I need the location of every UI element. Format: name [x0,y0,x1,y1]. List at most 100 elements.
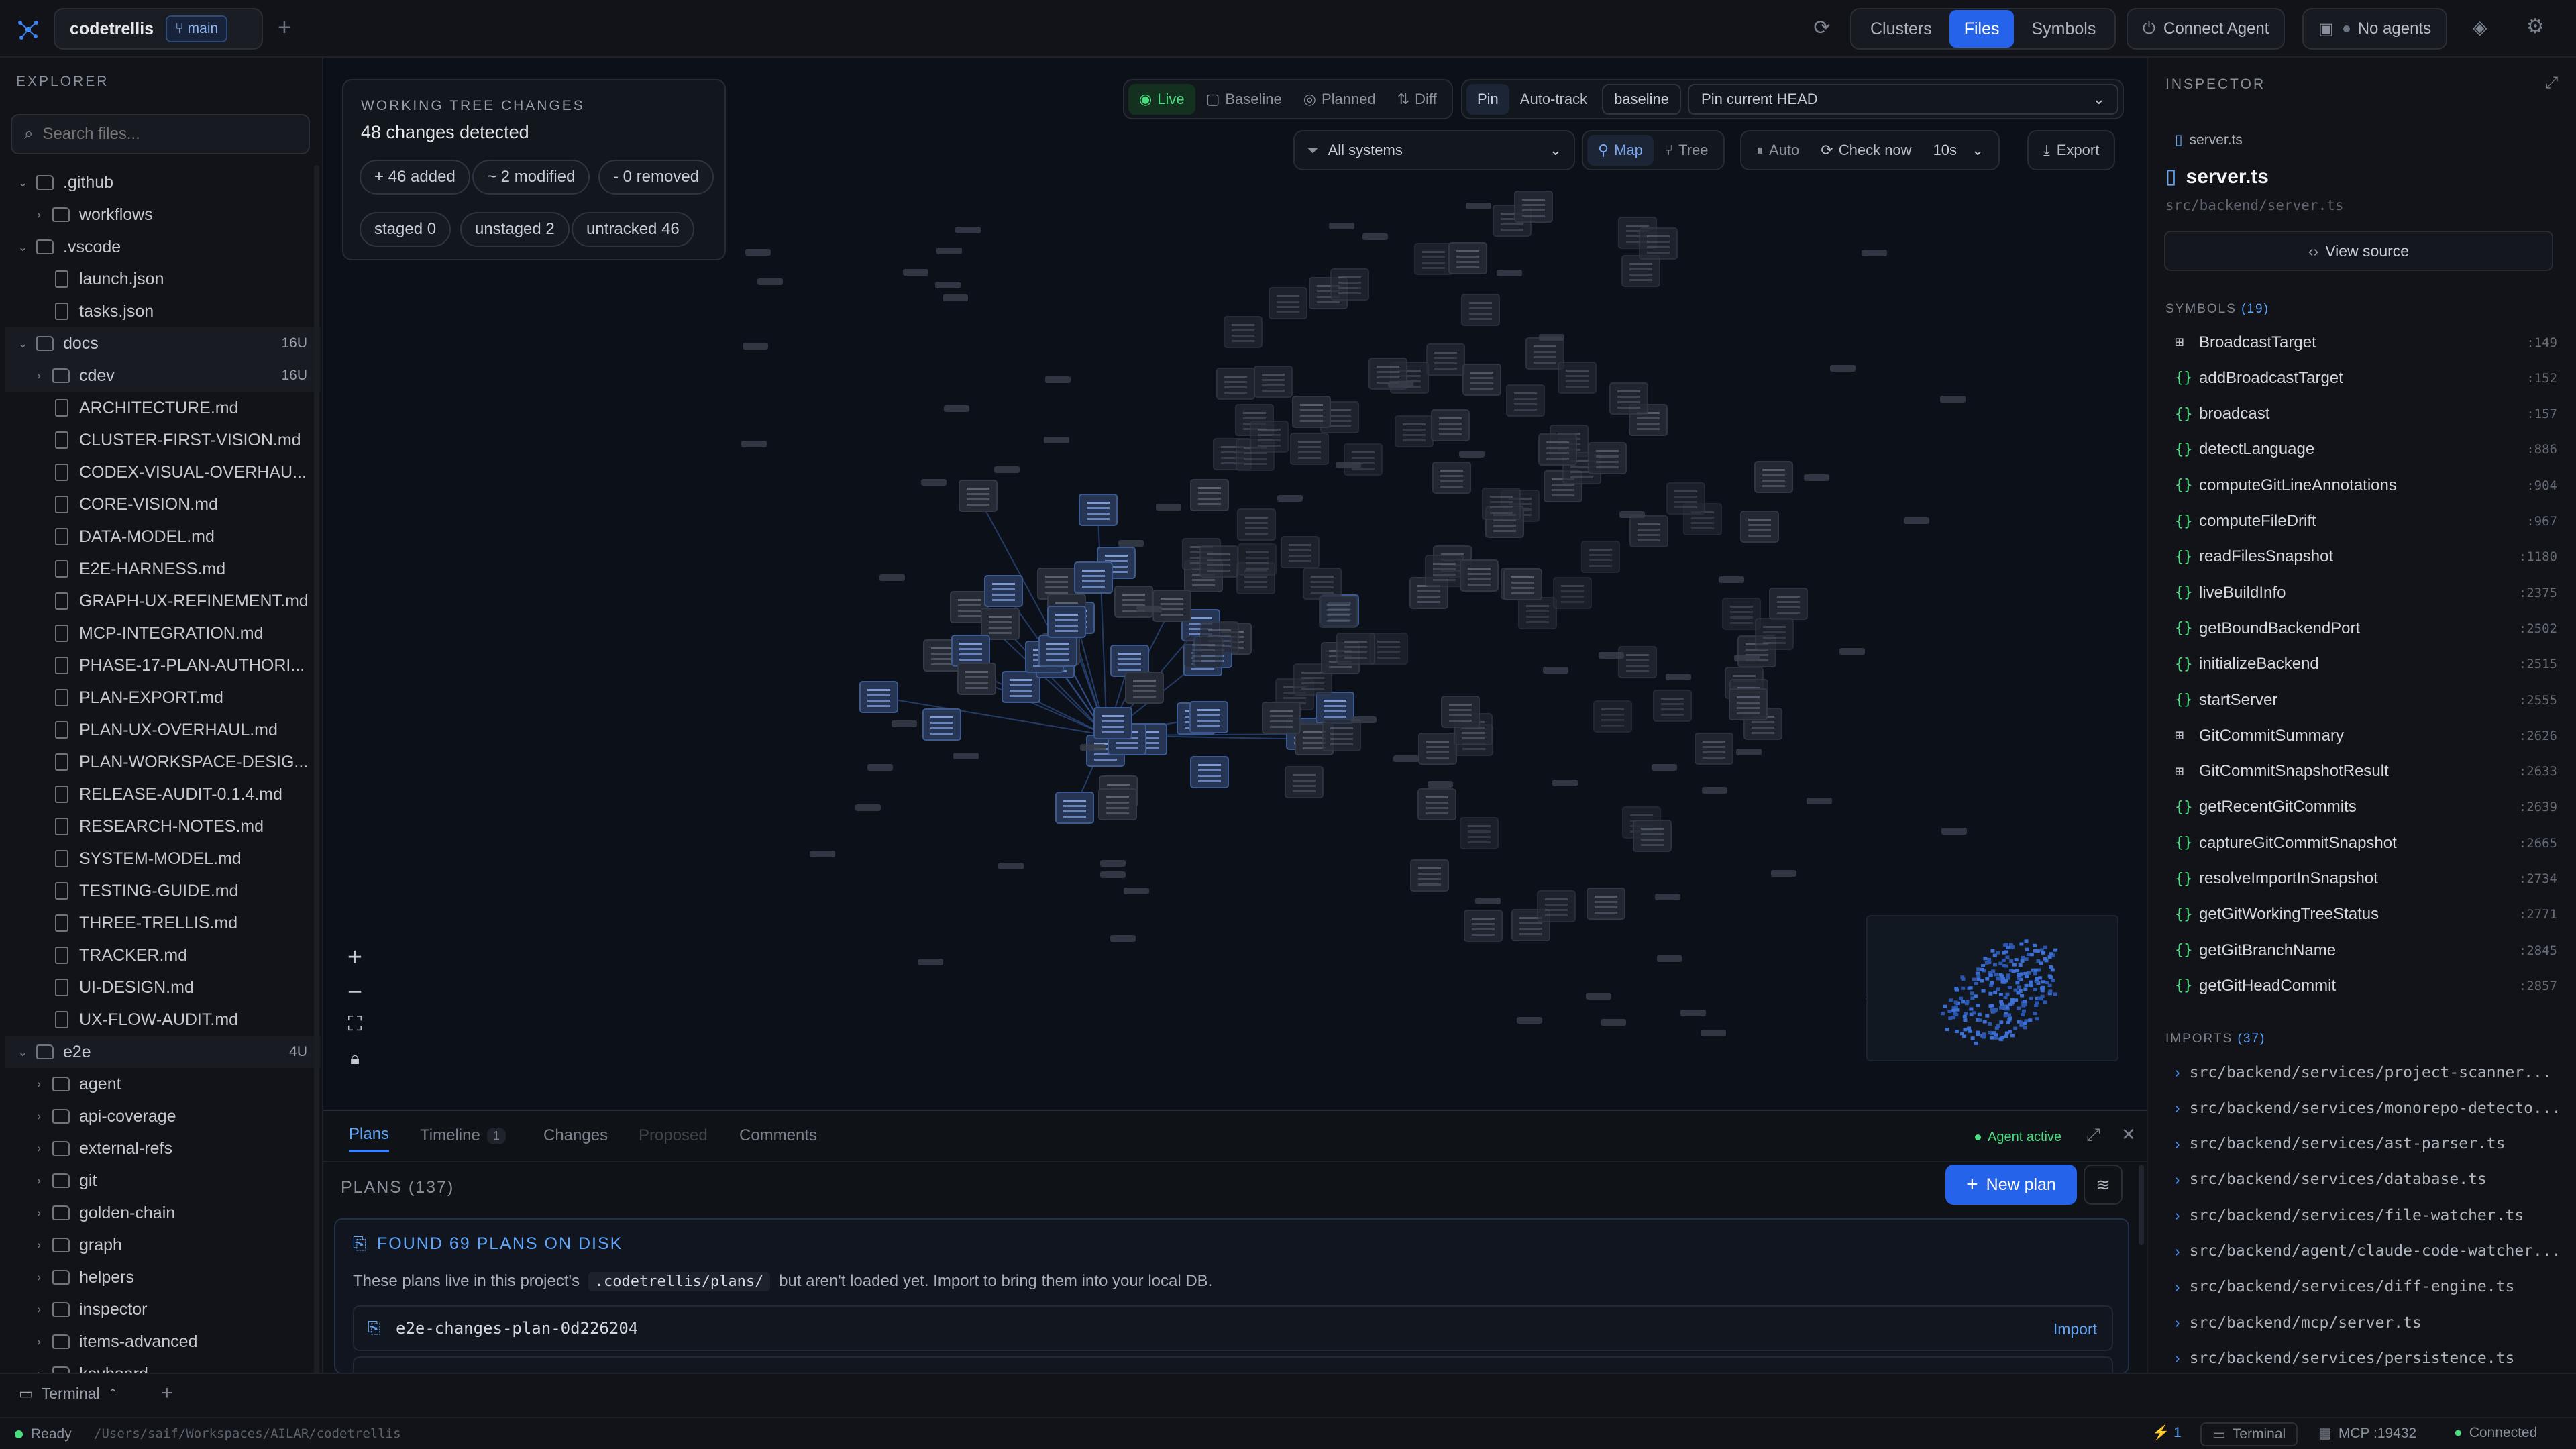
file-node[interactable] [1769,588,1809,621]
file-node[interactable] [1254,365,1293,398]
symbol-row[interactable]: ⊞ GitCommitSnapshotResult:2633 [2175,754,2564,790]
new-terminal-button[interactable]: + [161,1382,173,1405]
tree-file[interactable]: MCP-INTEGRATION.md [5,617,321,649]
file-node[interactable] [1460,817,1499,850]
expand-icon[interactable]: ⤢ [2545,74,2558,93]
tree-file[interactable]: THREE-TRELLIS.md [5,907,321,939]
file-node[interactable] [1395,415,1434,448]
symbol-row[interactable]: {} getGitHeadCommit:2857 [2175,968,2564,1004]
file-node[interactable] [1754,460,1794,493]
file-node[interactable] [1506,384,1546,417]
agents-status-button[interactable]: ▣ No agents [2302,8,2448,50]
activity-count[interactable]: ⚡ 1 [2152,1425,2182,1441]
tree-file[interactable]: CODEX-VISUAL-OVERHAU... [5,456,321,488]
symbol-row[interactable]: {} startServer:2555 [2175,682,2564,718]
file-node[interactable] [1074,561,1114,594]
auto-track-button[interactable]: Auto-track [1509,84,1598,115]
file-node[interactable] [1666,482,1706,515]
file-node[interactable] [1114,586,1153,619]
tree-file[interactable]: SYSTEM-MODEL.md [5,843,321,875]
import-row[interactable]: › src/backend/services/monorepo-detecto..… [2175,1090,2567,1126]
file-search-box[interactable]: ⌕ [11,114,310,154]
view-tab-clusters[interactable]: Clusters [1856,10,1947,48]
tree-file[interactable]: ARCHITECTURE.md [5,392,321,424]
pin-button[interactable]: Pin [1466,84,1509,115]
modified-chip[interactable]: ~ 2 modified [472,160,590,195]
file-node[interactable] [1729,688,1768,720]
file-node[interactable] [1038,634,1077,667]
file-node[interactable] [1189,700,1228,733]
tree-file[interactable]: launch.json [5,263,321,295]
file-node[interactable] [1424,554,1464,587]
file-node[interactable] [1639,227,1678,260]
untracked-chip[interactable]: untracked 46 [572,212,694,247]
tree-file[interactable]: UX-FLOW-AUDIT.md [5,1004,321,1036]
tree-file[interactable]: UI-DESIGN.md [5,971,321,1004]
import-row[interactable]: › src/backend/services/database.ts [2175,1162,2567,1197]
file-node[interactable] [1432,461,1471,494]
file-node[interactable] [1740,510,1780,543]
file-node[interactable] [1517,596,1557,629]
file-node[interactable] [1503,568,1543,600]
tab-changes[interactable]: Changes [543,1119,608,1152]
file-node[interactable] [1587,442,1627,475]
layout-map[interactable]: ⚲ Map [1587,135,1654,166]
project-switcher[interactable]: codetrellis ⑂ main [54,8,263,50]
file-node[interactable] [1285,765,1324,798]
fit-view-icon[interactable]: ⛶ [339,1013,370,1048]
file-node[interactable] [1462,364,1502,396]
import-row[interactable]: › src/backend/mcp/server.ts [2175,1305,2567,1340]
zoom-in-button[interactable]: + [339,943,370,978]
file-node[interactable] [1417,788,1457,820]
baseline-chip[interactable]: baseline [1602,84,1682,115]
tree-folder[interactable]: › external-refs [5,1132,321,1165]
tree-folder[interactable]: › graph [5,1229,321,1261]
file-node[interactable] [1292,395,1332,428]
layers-icon[interactable]: ◈ [2473,16,2487,38]
explorer-scrollbar[interactable] [314,165,319,1426]
interval-select[interactable]: 10s ⌄ [1923,135,1995,166]
tree-file[interactable]: CORE-VISION.md [5,488,321,521]
file-node[interactable] [1587,887,1626,920]
import-row[interactable]: › src/backend/agent/claude-code-watcher..… [2175,1234,2567,1269]
tree-folder[interactable]: › git [5,1165,321,1197]
tree-file[interactable]: RESEARCH-NOTES.md [5,810,321,843]
refresh-icon[interactable]: ⟳ [1809,16,1835,43]
file-node[interactable] [1280,536,1320,569]
tree-file[interactable]: PHASE-17-PLAN-AUTHORI... [5,649,321,682]
symbol-row[interactable]: {} captureGitCommitSnapshot:2665 [2175,825,2564,861]
tree-file[interactable]: PLAN-UX-OVERHAUL.md [5,714,321,746]
file-node[interactable] [1001,671,1040,704]
symbol-row[interactable]: {} getBoundBackendPort:2502 [2175,610,2564,646]
tree-folder[interactable]: ⌄ e2e 4U [5,1036,321,1068]
layout-tree[interactable]: ⑂ Tree [1654,135,1719,166]
file-node[interactable] [984,574,1024,607]
check-now-button[interactable]: ⟳ Check now [1810,135,1922,166]
file-node[interactable] [958,480,998,513]
file-node[interactable] [1580,541,1620,574]
file-node[interactable] [1093,707,1132,740]
import-row[interactable]: › src/backend/services/project-scanner... [2175,1055,2567,1090]
tree-file[interactable]: E2E-HARNESS.md [5,553,321,585]
settings-gear-icon[interactable]: ⚙ [2526,15,2544,38]
import-row[interactable]: › src/backend/services/diff-engine.ts [2175,1269,2567,1305]
tab-timeline[interactable]: Timeline 1 [420,1119,506,1152]
import-button[interactable]: Import [2053,1320,2097,1338]
file-node[interactable] [1558,361,1597,394]
new-plan-button[interactable]: + New plan [1945,1165,2077,1205]
added-chip[interactable]: + 46 added [360,160,470,195]
file-node[interactable] [1319,596,1358,629]
view-tab-symbols[interactable]: Symbols [2017,10,2110,48]
tree-file[interactable]: DATA-MODEL.md [5,521,321,553]
systems-select[interactable]: ⏷ All systems ⌄ [1293,130,1575,170]
view-source-button[interactable]: ‹› View source [2164,231,2553,271]
tree-folder[interactable]: › helpers [5,1261,321,1293]
file-node[interactable] [1124,671,1164,704]
tree-folder[interactable]: ⌄ .github [5,166,321,199]
removed-chip[interactable]: - 0 removed [598,160,714,195]
minimap[interactable] [1866,915,2118,1061]
tree-folder[interactable]: › items-advanced [5,1326,321,1358]
tree-file[interactable]: TRACKER.md [5,939,321,971]
terminal-status-button[interactable]: ▭ Terminal [2200,1422,2298,1446]
file-node[interactable] [1418,732,1458,765]
